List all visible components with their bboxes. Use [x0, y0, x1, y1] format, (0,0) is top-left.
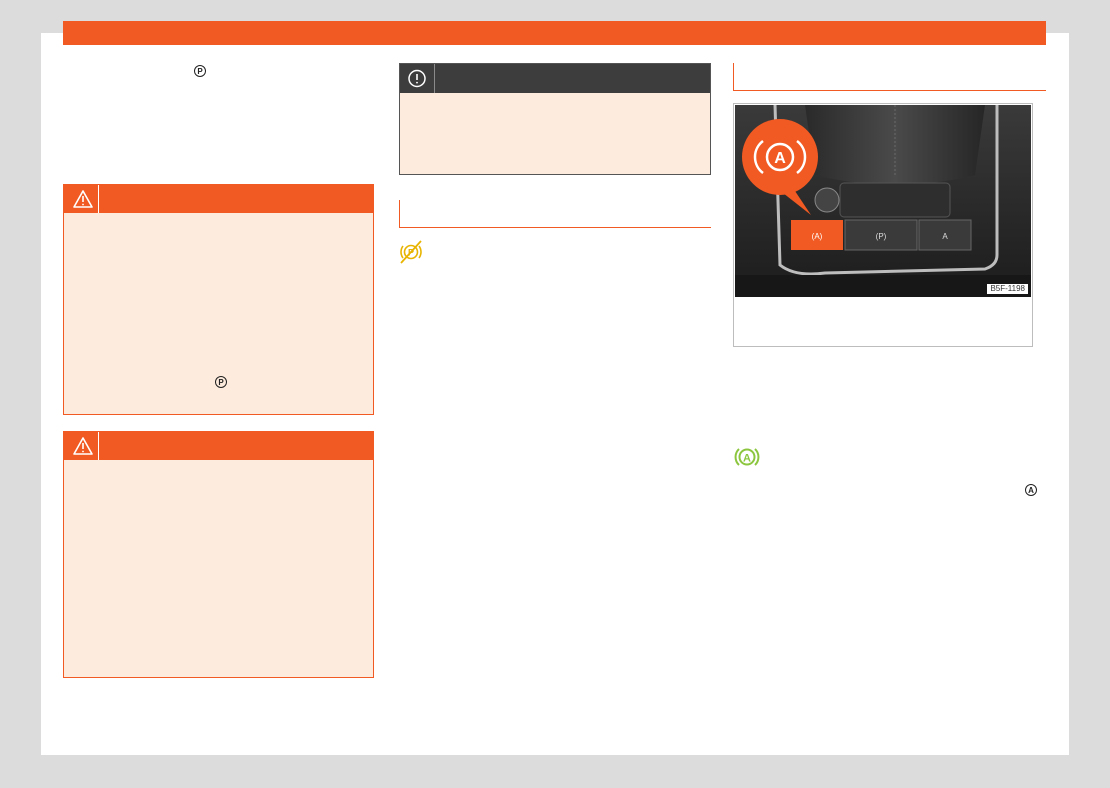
warning-box-2	[63, 431, 374, 678]
header-bar	[63, 21, 1046, 45]
figure-code: B5F-1198	[987, 284, 1028, 294]
parking-brake-fault-indicator-icon: P	[398, 239, 424, 265]
auto-hold-icon: A	[1025, 484, 1037, 496]
svg-text:(P): (P)	[876, 232, 887, 241]
console-photo: (A) (P) A A B5F-1198	[735, 105, 1031, 297]
parking-brake-icon: P	[215, 376, 227, 388]
caution-exclamation-icon	[400, 64, 435, 93]
parking-brake-icon: P	[194, 65, 206, 77]
section-heading-rule	[399, 200, 711, 228]
auto-hold-indicator-icon: A	[733, 444, 761, 470]
svg-text:(A): (A)	[812, 232, 823, 241]
svg-text:A: A	[743, 453, 751, 465]
warning-header	[64, 432, 373, 460]
svg-text:A: A	[942, 232, 948, 241]
caution-header	[400, 64, 710, 93]
warning-triangle-icon	[68, 185, 99, 213]
figure: (A) (P) A A B5F-1198	[733, 103, 1033, 347]
caution-box	[399, 63, 711, 175]
warning-header	[64, 185, 373, 213]
warning-triangle-icon	[68, 432, 99, 460]
section-heading-rule	[733, 63, 1046, 91]
svg-text:A: A	[774, 150, 786, 167]
